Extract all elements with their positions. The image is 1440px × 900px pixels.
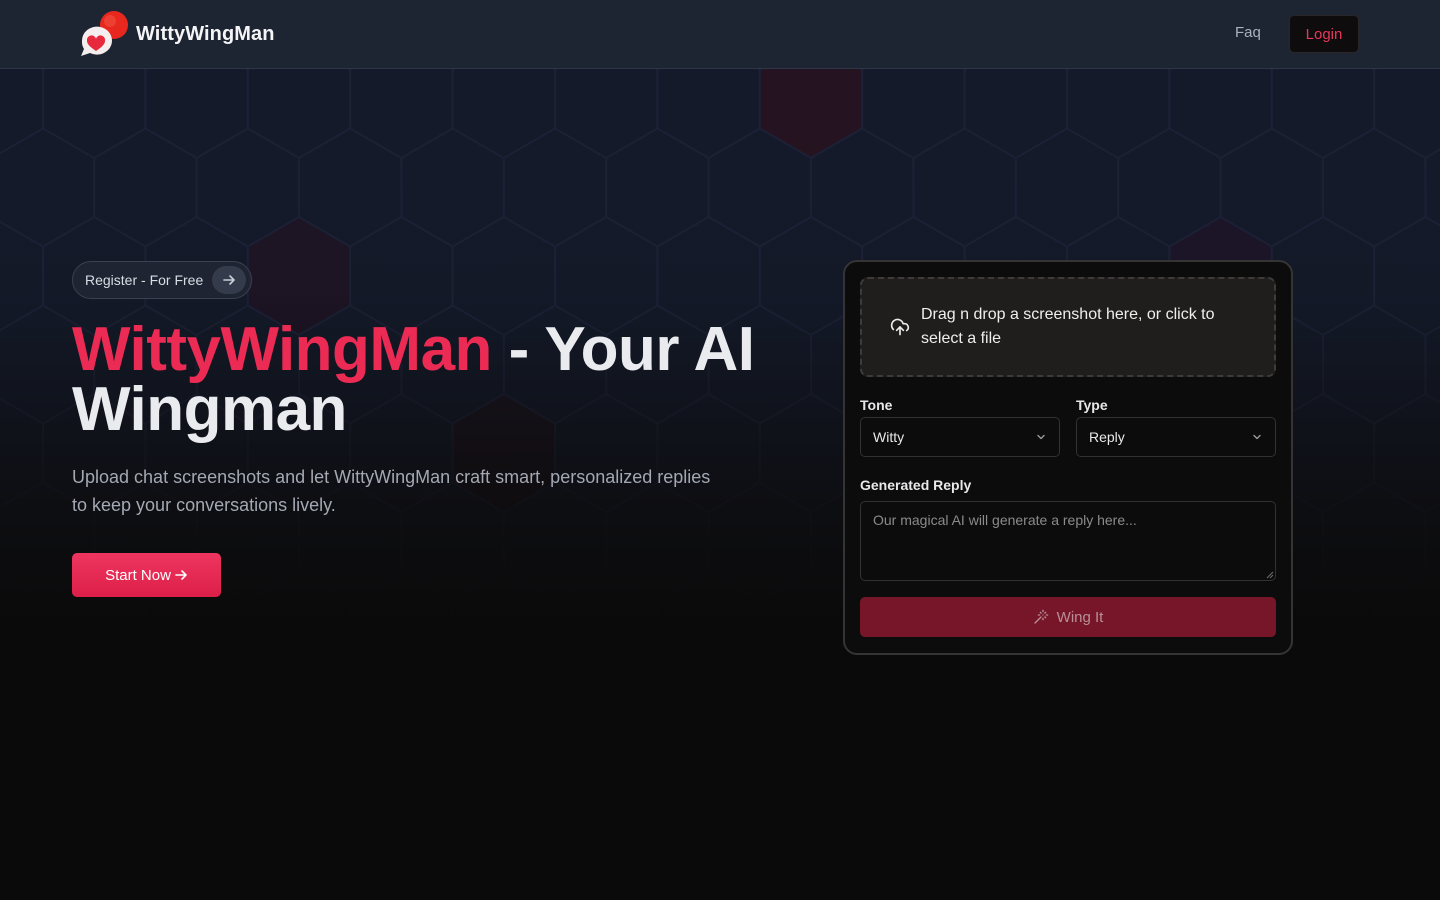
brand-link[interactable]: WittyWingMan <box>79 10 275 58</box>
page: WittyWingMan Faq Login Register - For Fr… <box>0 0 1440 900</box>
type-select[interactable]: Reply <box>1076 417 1276 457</box>
tone-label: Tone <box>860 397 893 413</box>
arrow-right-icon <box>175 570 187 580</box>
chevron-down-icon <box>1037 434 1045 440</box>
top-navbar: WittyWingMan Faq Login <box>0 0 1440 69</box>
cloud-upload-icon <box>890 318 910 336</box>
magic-wand-icon <box>1033 609 1048 624</box>
chevron-down-icon <box>1253 434 1261 440</box>
hero-section: Register - For Free WittyWingMan - Your … <box>72 261 772 597</box>
hero-title-accent: WittyWingMan <box>72 315 492 384</box>
type-select-value: Reply <box>1089 429 1125 445</box>
wing-it-label: Wing It <box>1056 608 1104 626</box>
register-pill-button[interactable]: Register - For Free <box>72 261 253 299</box>
chat-bubbles-heart-icon <box>81 11 128 56</box>
arrow-right-icon <box>212 266 247 294</box>
wing-it-button[interactable]: Wing It <box>860 597 1276 637</box>
nav-faq-link[interactable]: Faq <box>1235 24 1261 41</box>
start-now-button[interactable]: Start Now <box>72 553 221 597</box>
generated-reply-label: Generated Reply <box>860 477 972 493</box>
hero-title: WittyWingMan - Your AI Wingman <box>72 319 772 441</box>
tone-select-value: Witty <box>873 429 905 445</box>
tone-select[interactable]: Witty <box>860 417 1060 457</box>
hero-subtitle: Upload chat screenshots and let WittyWin… <box>72 467 711 515</box>
generated-reply-textarea[interactable] <box>860 501 1276 581</box>
brand-name: WittyWingMan <box>136 22 275 45</box>
start-now-label: Start Now <box>105 566 171 584</box>
resize-grip-icon[interactable] <box>1266 571 1274 579</box>
screenshot-dropzone[interactable]: Drag n drop a screenshot here, or click … <box>860 277 1276 377</box>
dropzone-text: Drag n drop a screenshot here, or click … <box>921 306 1215 347</box>
login-button[interactable]: Login <box>1289 15 1359 53</box>
reply-generator-card: Drag n drop a screenshot here, or click … <box>843 260 1293 655</box>
type-label: Type <box>1076 397 1108 413</box>
register-pill-label: Register - For Free <box>85 272 204 288</box>
